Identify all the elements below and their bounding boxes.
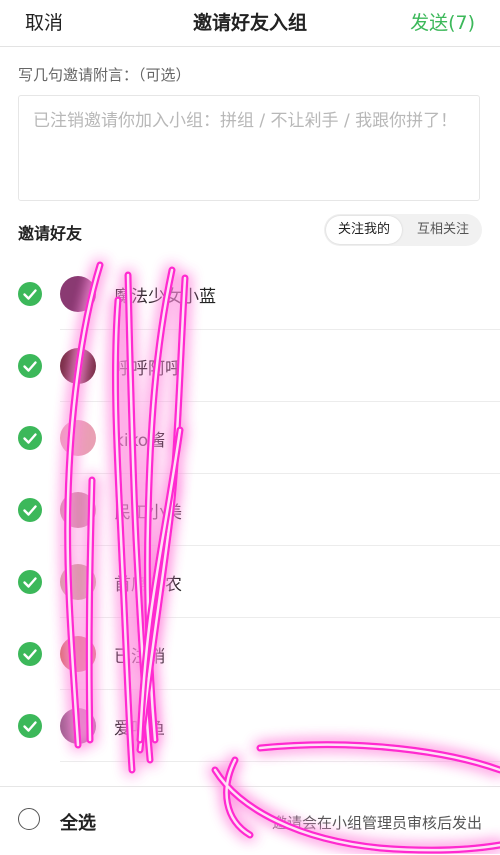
friend-name: 民工小美 [114,503,182,523]
avatar [60,636,96,672]
friend-row[interactable]: 魔法少女小蓝 [0,258,500,330]
message-label: 写几句邀请附言：（可选） [18,66,191,84]
avatar [60,564,96,600]
friend-name: 首席瓜农 [114,575,182,595]
friend-name: 爱吃鱼 [114,719,165,739]
friend-list: 魔法少女小蓝 呼呼阿呼 kiko酱民工小美首席瓜农已注销爱吃鱼 [0,258,500,762]
friend-name: 呼呼阿呼 [114,359,182,379]
friend-row[interactable]: 已注销 [0,618,500,690]
avatar [60,492,96,528]
invite-friends-label: 邀请好友 [18,224,83,243]
tab-mutual[interactable]: 互相关注 [406,216,480,244]
checked-icon[interactable] [18,282,42,306]
send-button[interactable]: 发送(7) [410,8,475,35]
checked-icon[interactable] [18,354,42,378]
avatar [60,420,96,456]
top-bar: 取消 邀请好友入组 发送(7) [0,0,500,47]
friend-row[interactable]: 呼呼阿呼 [0,330,500,402]
follow-filter-segmented: 关注我的 互相关注 [324,214,482,246]
friend-name: 魔法少女小蓝 [114,287,216,307]
friend-row[interactable]: 首席瓜农 [0,546,500,618]
avatar [60,708,96,744]
checked-icon[interactable] [18,426,42,450]
message-input[interactable]: 已注销邀请你加入小组：拼组 / 不让剁手 / 我跟你拼了！ [18,95,480,201]
tab-followers[interactable]: 关注我的 [326,216,402,244]
friend-row[interactable]: 爱吃鱼 [0,690,500,762]
friend-row[interactable]: kiko酱 [0,402,500,474]
bottom-bar: 全选 邀请会在小组管理员审核后发出 [0,786,500,855]
avatar [60,276,96,312]
checked-icon[interactable] [18,642,42,666]
review-notice: 邀请会在小组管理员审核后发出 [271,814,482,832]
select-all-label[interactable]: 全选 [60,809,96,835]
checked-icon[interactable] [18,498,42,522]
friend-name: kiko酱 [114,431,166,451]
row-divider [60,761,500,762]
checked-icon[interactable] [18,570,42,594]
checked-icon[interactable] [18,714,42,738]
friend-row[interactable]: 民工小美 [0,474,500,546]
avatar [60,348,96,384]
select-all-radio[interactable] [18,808,40,830]
friend-name: 已注销 [114,647,165,667]
